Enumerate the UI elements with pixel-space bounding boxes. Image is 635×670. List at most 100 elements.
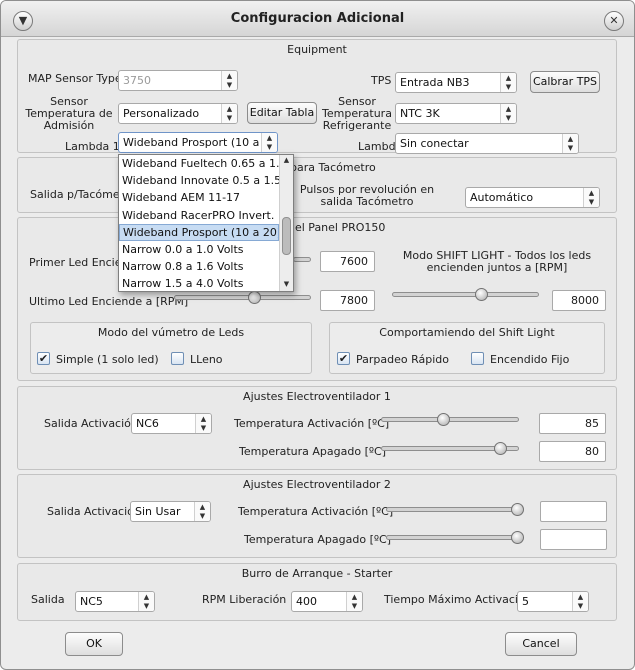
dialog-window: ▼ Configuracion Adicional ✕ Equipment MA… (0, 0, 635, 670)
e1-salida-label: Salida Activación (44, 417, 138, 430)
spinner-icon: ▲ ▼ (583, 188, 599, 207)
equipment-title: Equipment (287, 43, 347, 56)
e2-temp-act-slider[interactable] (386, 507, 519, 512)
map-sensor-select[interactable]: 3750 ▲ ▼ (118, 70, 238, 91)
lambda2-select[interactable]: Sin conectar ▲ ▼ (395, 133, 579, 154)
lambda1-dropdown-list[interactable]: Wideband Fueltech 0.65 a 1.30 Wideband In… (118, 154, 294, 292)
dropdown-option[interactable]: Wideband Innovate 0.5 a 1.52 ( (119, 172, 279, 189)
e2-salida-value: Sin Usar (135, 505, 181, 518)
window-title: Configuracion Adicional (230, 11, 405, 26)
lambda1-label: Lambda 1 (65, 140, 120, 153)
e2-temp-act-slider-handle[interactable] (511, 503, 524, 516)
lambda1-options: Wideband Fueltech 0.65 a 1.30 Wideband In… (119, 155, 293, 291)
lambda1-select[interactable]: Wideband Prosport (10 a 20) ▲ ▼ (118, 132, 278, 153)
spinner-icon: ▲ ▼ (562, 134, 578, 153)
scroll-down-icon[interactable]: ▼ (280, 280, 293, 288)
map-sensor-value: 3750 (123, 74, 151, 87)
tps-label: TPS (371, 74, 392, 87)
ok-button[interactable]: OK (65, 632, 123, 656)
e1-temp-act-value[interactable]: 85 (539, 413, 606, 434)
encendido-label: Encendido Fijo (490, 353, 570, 366)
parpadeo-label: Parpadeo Rápido (356, 353, 449, 366)
lambda1-value: Wideband Prosport (10 a 20) (123, 136, 278, 149)
tiempo-maximo-spinbox[interactable]: 5 ▲ ▼ (517, 591, 589, 612)
simple-checkbox[interactable]: ✔ (37, 352, 50, 365)
modo-vumetro-title: Modo del vúmetro de Leds (97, 326, 245, 339)
starter-salida-value: NC5 (80, 595, 103, 608)
pulsos-label: Pulsos por revolución en salida Tacómetr… (299, 183, 435, 208)
shift-light-slider[interactable] (392, 292, 539, 297)
encendido-checkbox[interactable] (471, 352, 484, 365)
e1-salida-value: NC6 (136, 417, 159, 430)
dropdown-option[interactable]: Narrow 0.0 a 1.0 Volts (119, 241, 279, 258)
ultimo-led-slider[interactable] (174, 295, 311, 300)
dropdown-option[interactable]: Narrow 0.8 a 1.6 Volts (119, 258, 279, 275)
rpm-liberacion-value: 400 (296, 595, 317, 608)
tiempo-maximo-label: Tiempo Máximo Activación (384, 593, 532, 606)
e2-temp-apa-slider-handle[interactable] (511, 531, 524, 544)
primer-led-value[interactable]: 7600 (320, 251, 375, 272)
parpadeo-checkbox[interactable]: ✔ (337, 352, 350, 365)
e1-temp-apa-slider-handle[interactable] (493, 442, 507, 455)
sensor-temp-refrigerante-value: NTC 3K (400, 107, 440, 120)
starter-salida-select[interactable]: NC5 ▲ ▼ (75, 591, 155, 612)
pulsos-select[interactable]: Automático ▲ ▼ (465, 187, 600, 208)
e2-temp-apa-slider[interactable] (386, 535, 519, 540)
lambda2-value: Sin conectar (400, 137, 469, 150)
close-button[interactable]: ✕ (604, 11, 624, 31)
shift-light-label: Modo SHIFT LIGHT - Todos los leds encien… (402, 249, 592, 274)
dropdown-option[interactable]: Narrow 1.5 a 4.0 Volts (119, 275, 279, 291)
sensor-temp-admision-value: Personalizado (123, 107, 200, 120)
starter-salida-label: Salida (31, 593, 65, 606)
cancel-button[interactable]: Cancel (505, 632, 577, 656)
scroll-up-icon[interactable]: ▲ (280, 156, 293, 164)
close-icon: ✕ (609, 14, 619, 27)
e2-salida-label: Salida Activación (47, 505, 141, 518)
shift-light-behavior-group: Comportamiendo del Shift Light (329, 322, 605, 374)
dropdown-option[interactable]: Wideband Prosport (10 a 20) (119, 223, 279, 241)
shift-light-value[interactable]: 8000 (552, 290, 606, 311)
rpm-liberacion-spinbox[interactable]: 400 ▲ ▼ (291, 591, 363, 612)
lleno-checkbox[interactable] (171, 352, 184, 365)
spinner-icon: ▲ ▼ (194, 502, 210, 521)
e1-salida-select[interactable]: NC6 ▲ ▼ (131, 413, 212, 434)
editar-tabla-button[interactable]: Editar Tabla (247, 102, 317, 124)
tacometro-title: para Tacómetro (290, 161, 376, 174)
spinner-icon: ▲ ▼ (261, 133, 277, 152)
sensor-temp-refrigerante-select[interactable]: NTC 3K ▲ ▼ (395, 103, 517, 124)
e2-salida-select[interactable]: Sin Usar ▲ ▼ (130, 501, 211, 522)
shift-light-behavior-title: Comportamiendo del Shift Light (379, 326, 555, 339)
spinner-icon: ▲ ▼ (500, 73, 516, 92)
dropdown-scrollbar[interactable]: ▲ ▼ (279, 155, 293, 291)
simple-label: Simple (1 solo led) (56, 353, 159, 366)
calibrar-tps-button[interactable]: Calbrar TPS (530, 71, 600, 93)
ultimo-led-label: Ultimo Led Enciende a [RPM] (29, 295, 189, 308)
ultimo-led-value[interactable]: 7800 (320, 290, 375, 311)
scrollbar-thumb[interactable] (282, 217, 291, 255)
sensor-temp-refrigerante-label: Sensor Temperatura Refrigerante (322, 95, 392, 132)
primer-led-slider[interactable] (293, 257, 311, 262)
spinner-icon: ▲ ▼ (346, 592, 362, 611)
spinner-icon: ▲ ▼ (572, 592, 588, 611)
e2-temp-act-value[interactable] (540, 501, 607, 522)
electroventilador1-title: Ajustes Electroventilador 1 (243, 390, 391, 403)
spinner-icon: ▲ ▼ (221, 104, 237, 123)
dropdown-option[interactable]: Wideband Fueltech 0.65 a 1.30 (119, 155, 279, 172)
e2-temp-apa-value[interactable] (540, 529, 607, 550)
e2-temp-apa-label: Temperatura Apagado [ºC] (244, 533, 392, 546)
spinner-icon: ▲ ▼ (138, 592, 154, 611)
e1-temp-act-label: Temperatura Activación [ºC] (234, 417, 390, 430)
title-bar: ▼ Configuracion Adicional ✕ (1, 1, 634, 37)
starter-title: Burro de Arranque - Starter (241, 567, 393, 580)
pulsos-value: Automático (470, 191, 534, 204)
shift-light-slider-handle[interactable] (475, 288, 489, 301)
map-sensor-label: MAP Sensor Type (28, 72, 122, 85)
panel-title: del Panel PRO150 (288, 221, 386, 234)
spinner-icon: ▲ ▼ (500, 104, 516, 123)
electroventilador2-title: Ajustes Electroventilador 2 (243, 478, 391, 491)
dropdown-option[interactable]: Wideband RacerPRO Invert. (119, 207, 279, 224)
dropdown-option[interactable]: Wideband AEM 11-17 (119, 189, 279, 206)
sensor-temp-admision-select[interactable]: Personalizado ▲ ▼ (118, 103, 238, 124)
tps-select[interactable]: Entrada NB3 ▲ ▼ (395, 72, 517, 93)
e1-temp-apa-value[interactable]: 80 (539, 441, 606, 462)
